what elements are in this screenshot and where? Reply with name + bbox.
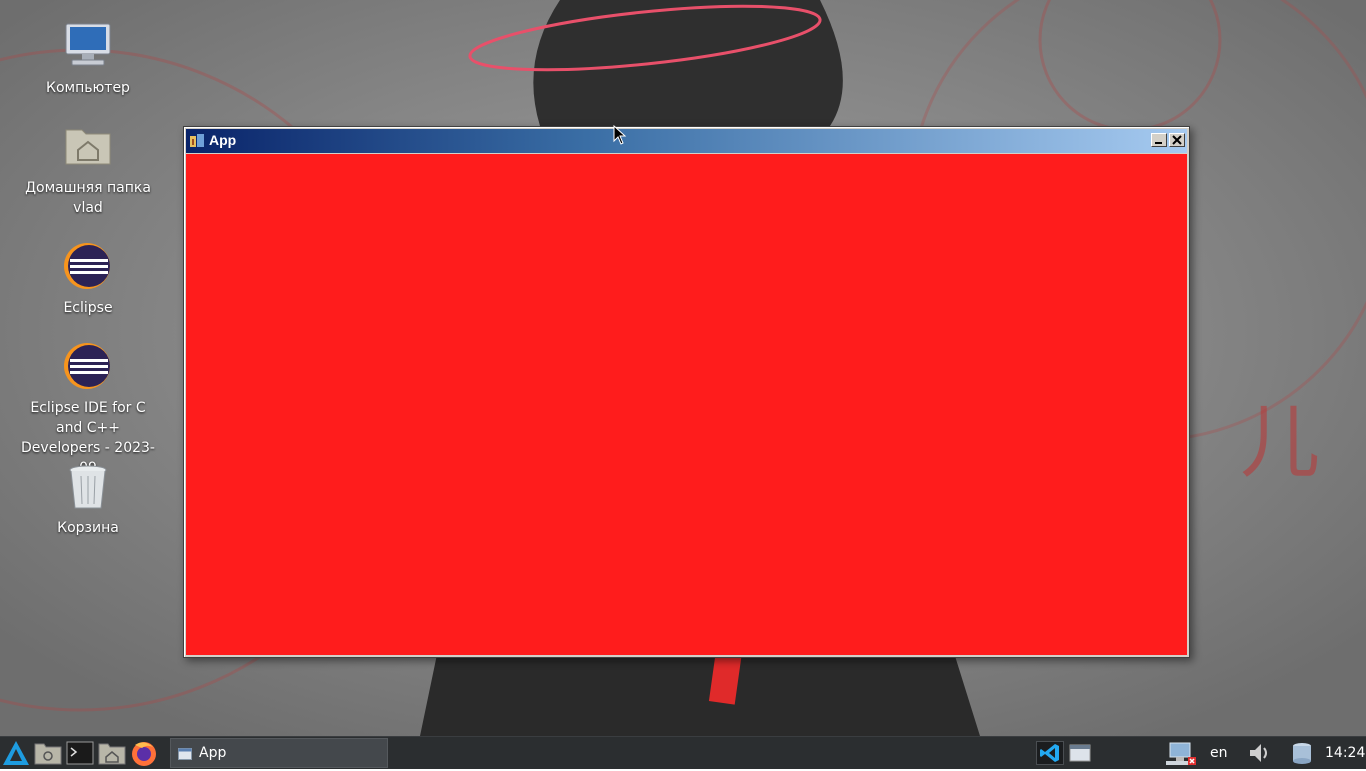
app-menu-button[interactable] [1,739,31,767]
firefox-launcher[interactable] [129,739,159,767]
storage-icon [1293,743,1311,764]
desktop-icon-home-folder[interactable]: Домашняя папка vlad [18,122,158,218]
desktop-icon-eclipse-cpp[interactable]: Eclipse IDE for C and C++ Developers - 2… [18,342,158,478]
firefox-icon [132,742,156,766]
close-button[interactable] [1169,133,1185,147]
home-folder-launcher[interactable] [97,739,127,767]
desktop-icon-label: Корзина [57,520,119,536]
desktop-icon-computer[interactable]: Компьютер [18,22,158,98]
network-disconnected-icon [1166,742,1196,765]
java-app-icon [189,133,205,149]
desktop-icon-trash[interactable]: Корзина [18,462,158,538]
window-switcher-icon [1069,744,1091,762]
mouse-cursor-icon [613,125,627,145]
clock[interactable]: 14:24 [1325,745,1365,761]
task-label: App [199,745,227,761]
svg-text:儿: 儿 [1240,396,1320,489]
terminal-launcher[interactable] [65,739,95,767]
desktop: 儿 Компьютер Домашняя папка vlad Eclipse … [0,0,1366,736]
tray-volume[interactable] [1246,741,1274,765]
eclipse-icon [62,342,114,394]
tray-storage[interactable] [1290,741,1314,765]
tray-window-switcher[interactable] [1068,741,1092,765]
app-window[interactable]: App [183,126,1190,658]
taskbar: App en 14:24 [0,736,1366,769]
window-icon [178,748,192,760]
close-icon [1172,135,1182,145]
file-manager-icon [34,743,62,765]
computer-icon [62,22,114,74]
file-manager-launcher[interactable] [33,739,63,767]
window-title: App [209,132,237,148]
desktop-icon-label: Домашняя папка vlad [25,180,151,216]
trash-icon [62,462,114,514]
minimize-button[interactable] [1151,133,1167,147]
tray-network[interactable] [1166,741,1198,765]
desktop-icon-label: Eclipse [63,300,113,316]
desktop-icon-eclipse[interactable]: Eclipse [18,242,158,318]
home-folder-icon [98,743,126,765]
desktop-icon-label: Компьютер [46,80,130,96]
terminal-icon [66,741,94,765]
home-folder-icon [62,122,114,174]
keyboard-layout-indicator[interactable]: en [1210,745,1228,761]
vscode-icon [1040,744,1059,762]
eclipse-icon [62,242,114,294]
window-content-area[interactable] [186,154,1187,655]
window-titlebar[interactable]: App [186,129,1187,153]
taskbar-task-app[interactable]: App [170,738,388,768]
app-menu-icon [3,741,29,765]
tray-vscode[interactable] [1036,741,1064,765]
volume-icon [1250,744,1267,762]
minimize-icon [1155,142,1162,144]
